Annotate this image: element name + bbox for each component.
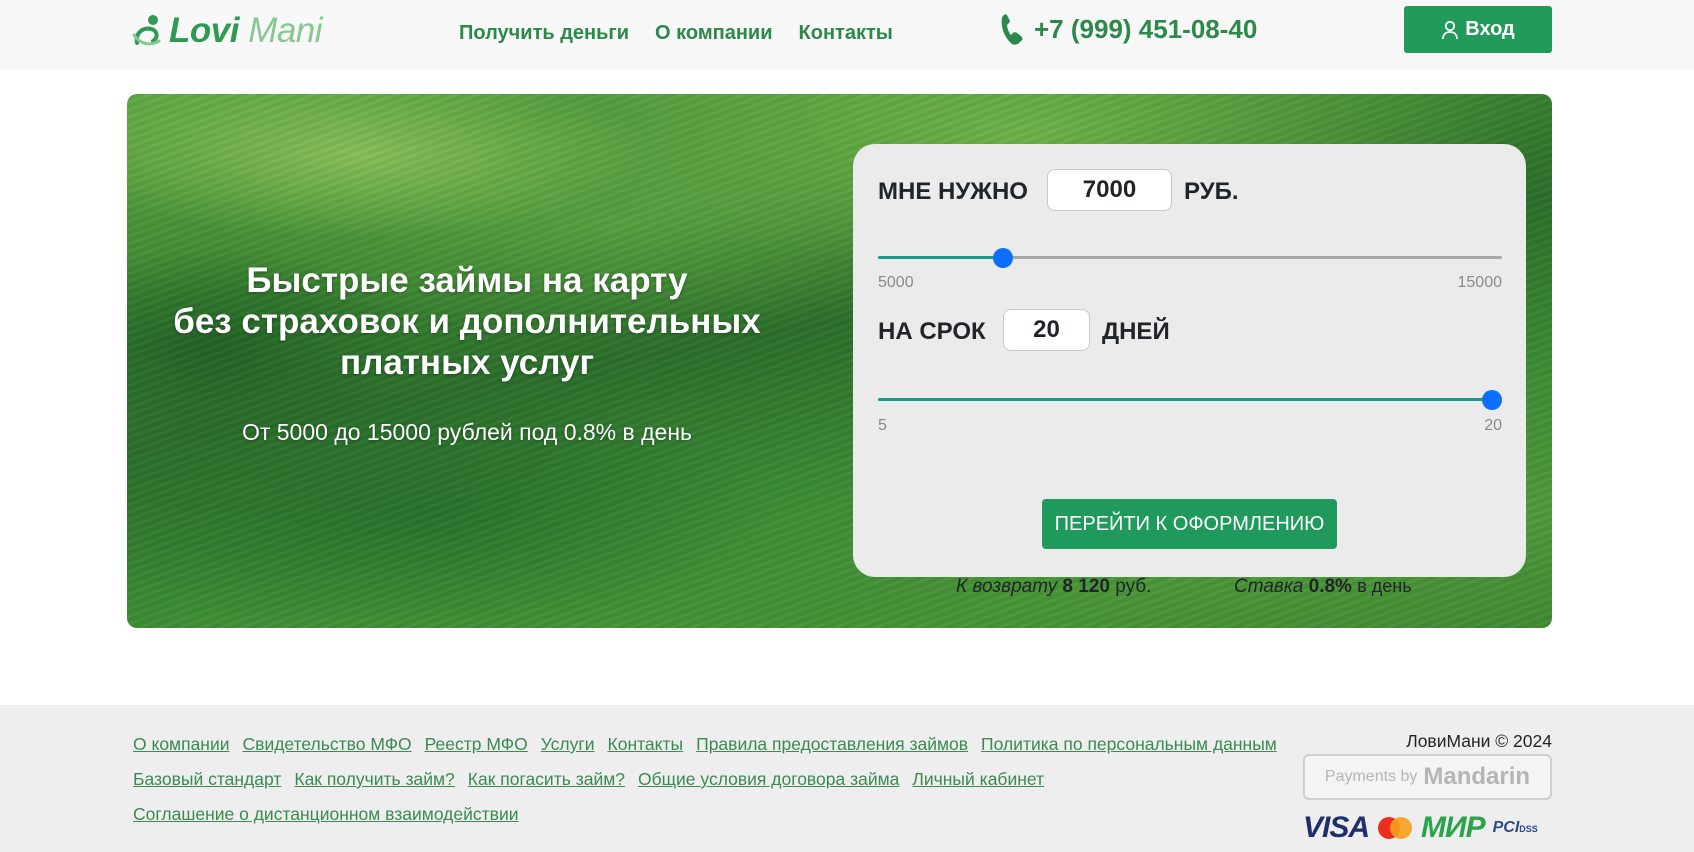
amount-slider-thumb[interactable] bbox=[993, 248, 1013, 268]
amount-slider[interactable] bbox=[878, 248, 1502, 268]
footer-link[interactable]: Контакты bbox=[608, 734, 684, 756]
amount-unit: РУБ. bbox=[1184, 178, 1239, 205]
hero-title-line3: платных услуг bbox=[339, 343, 595, 382]
copyright: ЛовиМани © 2024 bbox=[1406, 731, 1552, 751]
pci-dss-logo: PCIDSS bbox=[1493, 819, 1538, 837]
hero-banner: Быстрые займы на карту без страховок и д… bbox=[127, 94, 1552, 628]
logo-word-lovi: Lovi bbox=[169, 11, 239, 50]
footer-links: О компании Свидетельство МФО Реестр МФО Усл… bbox=[133, 734, 1283, 839]
payments-by-label: Payments by bbox=[1324, 768, 1418, 785]
phone-link[interactable]: +7 (999) 451-08-40 bbox=[1000, 12, 1257, 46]
rate-summary: Ставка 0.8% в день bbox=[1234, 576, 1412, 598]
return-label: К возврату bbox=[956, 576, 1058, 597]
footer-links-row: Соглашение о дистанционном взаимодействи… bbox=[133, 804, 1283, 826]
mandarin-logo: Mandarin bbox=[1423, 763, 1531, 790]
amount-input[interactable] bbox=[1047, 169, 1172, 211]
user-icon bbox=[1442, 20, 1459, 39]
card-logos: VISA МИР PCIDSS bbox=[1303, 811, 1538, 845]
login-button[interactable]: Вход bbox=[1404, 6, 1552, 53]
logo-word-mani: Mani bbox=[248, 11, 323, 50]
site-header: Lovi Mani Получить деньги О компании Кон… bbox=[0, 0, 1694, 69]
return-value: 8 120 bbox=[1062, 576, 1110, 597]
footer-link[interactable]: Соглашение о дистанционном взаимодействи… bbox=[133, 804, 519, 826]
payments-by-mandarin-badge: Payments by Mandarin bbox=[1303, 754, 1552, 800]
mir-logo: МИР bbox=[1421, 811, 1486, 844]
amount-min: 5000 bbox=[878, 274, 914, 291]
footer-link[interactable]: Правила предоставления займов bbox=[696, 734, 968, 756]
footer-link[interactable]: Базовый стандарт bbox=[133, 769, 281, 791]
footer-links-row: О компании Свидетельство МФО Реестр МФО Усл… bbox=[133, 734, 1283, 756]
hero-subtitle: От 5000 до 15000 рублей под 0.8% в день bbox=[241, 419, 693, 445]
footer-link[interactable]: Как погасить займ? bbox=[468, 769, 625, 791]
hero-title-line1: Быстрые займы на карту bbox=[246, 261, 688, 300]
amount-label: МНЕ НУЖНО bbox=[878, 178, 1028, 205]
amount-slider-fill bbox=[878, 256, 1003, 259]
term-label: НА СРОК bbox=[878, 318, 986, 345]
pci-label: PCI bbox=[1492, 819, 1520, 836]
footer-link[interactable]: Услуги bbox=[541, 734, 595, 756]
logo-icon bbox=[132, 15, 161, 46]
rate-label: Ставка bbox=[1234, 576, 1304, 597]
phone-number: +7 (999) 451-08-40 bbox=[1034, 13, 1258, 44]
nav-get-money[interactable]: Получить деньги bbox=[459, 22, 629, 45]
footer-link[interactable]: Свидетельство МФО bbox=[243, 734, 412, 756]
footer-link[interactable]: Общие условия договора займа bbox=[638, 769, 899, 791]
footer-link[interactable]: Личный кабинет bbox=[912, 769, 1044, 791]
apply-button[interactable]: ПЕРЕЙТИ К ОФОРМЛЕНИЮ bbox=[1042, 499, 1337, 549]
amount-max: 15000 bbox=[1457, 274, 1503, 291]
site-footer: О компании Свидетельство МФО Реестр МФО Усл… bbox=[0, 705, 1694, 852]
footer-link[interactable]: О компании bbox=[133, 734, 230, 756]
term-unit: ДНЕЙ bbox=[1102, 318, 1170, 345]
hero-title-line2: без страховок и дополнительных bbox=[173, 302, 761, 341]
visa-logo: VISA bbox=[1303, 811, 1370, 844]
dss-label: DSS bbox=[1519, 824, 1538, 834]
main-nav: Получить деньги О компании Контакты bbox=[459, 22, 893, 45]
term-slider-thumb[interactable] bbox=[1482, 390, 1502, 410]
return-summary: К возврату 8 120 руб. bbox=[956, 576, 1151, 598]
mastercard-logo bbox=[1378, 817, 1413, 839]
login-label: Вход bbox=[1465, 18, 1515, 40]
term-max: 20 bbox=[1484, 417, 1502, 434]
logo[interactable]: Lovi Mani bbox=[131, 11, 323, 51]
footer-link[interactable]: Политика по персональным данным bbox=[981, 734, 1277, 756]
rate-value: 0.8% bbox=[1308, 576, 1352, 597]
term-min: 5 bbox=[878, 417, 887, 434]
term-slider[interactable] bbox=[878, 390, 1502, 410]
footer-link[interactable]: Как получить займ? bbox=[294, 769, 454, 791]
hero-title: Быстрые займы на карту без страховок и д… bbox=[157, 260, 777, 383]
phone-icon bbox=[1001, 14, 1023, 45]
rate-unit: в день bbox=[1357, 576, 1412, 596]
nav-about[interactable]: О компании bbox=[655, 22, 772, 45]
footer-link[interactable]: Реестр МФО bbox=[425, 734, 528, 756]
term-input[interactable] bbox=[1003, 309, 1090, 351]
footer-links-row: Базовый стандарт Как получить займ? Как по… bbox=[133, 769, 1283, 791]
return-unit: руб. bbox=[1115, 576, 1152, 597]
loan-calculator: МНЕ НУЖНО РУБ. 5000 15000 НА СРОК ДНЕЙ 5… bbox=[853, 144, 1526, 597]
nav-contacts[interactable]: Контакты bbox=[799, 22, 893, 45]
term-slider-fill bbox=[878, 398, 1502, 401]
